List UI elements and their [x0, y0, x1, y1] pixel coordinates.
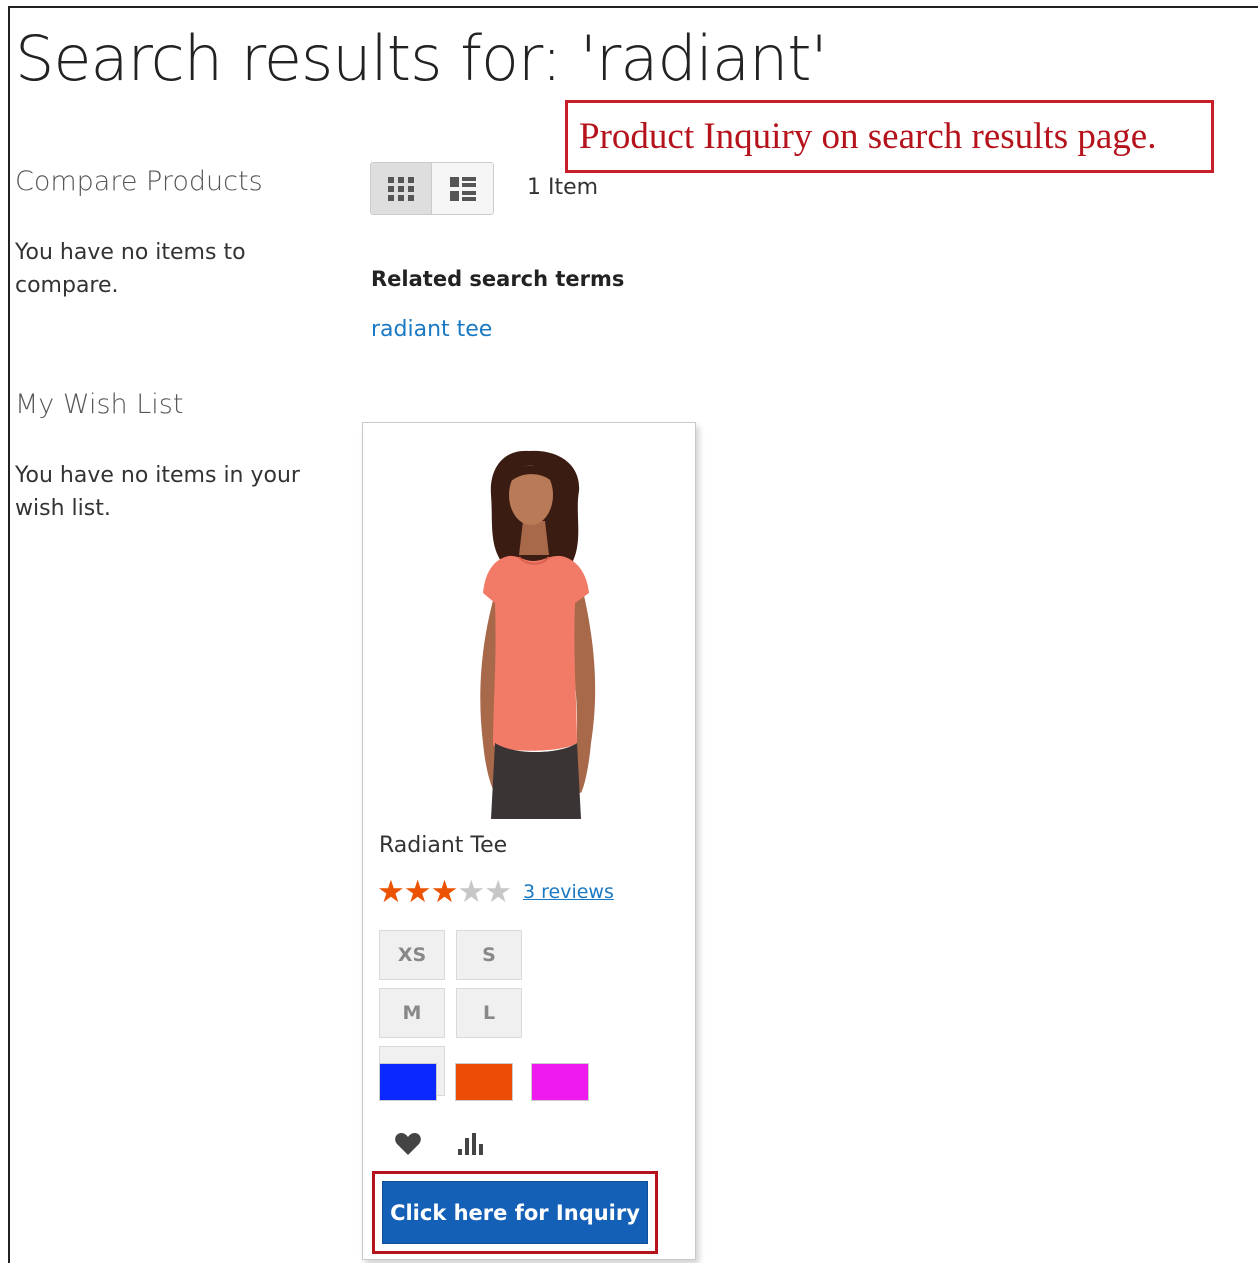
- compare-products-title: Compare Products: [15, 166, 263, 197]
- related-search-title: Related search terms: [371, 267, 625, 291]
- grid-icon: [388, 176, 414, 201]
- view-mode-switcher: [370, 162, 494, 215]
- size-swatch-xs[interactable]: XS: [379, 930, 445, 980]
- related-search-term-link[interactable]: radiant tee: [371, 317, 492, 342]
- annotation-callout: Product Inquiry on search results page.: [565, 100, 1214, 173]
- wishlist-title: My Wish List: [15, 389, 184, 420]
- color-swatch-orange[interactable]: [455, 1063, 513, 1101]
- product-actions: [393, 1129, 517, 1159]
- page-title: Search results for: 'radiant': [15, 22, 828, 95]
- color-swatch-purple[interactable]: [531, 1063, 589, 1101]
- product-rating: ★ ★ ★ ★ ★ 3 reviews: [377, 876, 614, 908]
- product-card: Radiant Tee ★★★★★ 3 reviews XS S M L XL: [362, 422, 696, 1260]
- size-swatch-s[interactable]: S: [456, 930, 522, 980]
- star-filled-icon: ★: [430, 874, 459, 910]
- add-to-compare-button[interactable]: [455, 1129, 485, 1159]
- star-empty-icon: ★: [484, 874, 512, 910]
- add-to-wishlist-button[interactable]: [393, 1129, 423, 1159]
- size-swatch-m[interactable]: M: [379, 988, 445, 1038]
- star-empty-icon: ★: [457, 874, 486, 910]
- color-options: [379, 1063, 607, 1101]
- product-name[interactable]: Radiant Tee: [379, 833, 507, 858]
- reviews-link[interactable]: 3 reviews: [523, 881, 614, 903]
- product-photo[interactable]: [423, 443, 643, 819]
- rating-stars: ★ ★ ★ ★ ★: [377, 874, 512, 910]
- list-icon: [449, 176, 476, 201]
- star-filled-icon: ★: [377, 874, 405, 910]
- star-filled-icon: ★: [403, 874, 432, 910]
- grid-view-button[interactable]: [371, 163, 433, 214]
- inquiry-highlight: Click here for Inquiry: [372, 1171, 658, 1254]
- wishlist-empty-text: You have no items in your wish list.: [15, 463, 300, 521]
- compare-empty-text: You have no items to compare.: [15, 240, 246, 298]
- size-swatch-l[interactable]: L: [456, 988, 522, 1038]
- heart-icon: [395, 1133, 421, 1155]
- color-swatch-blue[interactable]: [379, 1063, 437, 1101]
- list-view-button[interactable]: [432, 163, 493, 214]
- bar-chart-icon: [458, 1133, 483, 1155]
- inquiry-button[interactable]: Click here for Inquiry: [382, 1181, 648, 1244]
- toolbar-item-count: 1 Item: [527, 175, 599, 200]
